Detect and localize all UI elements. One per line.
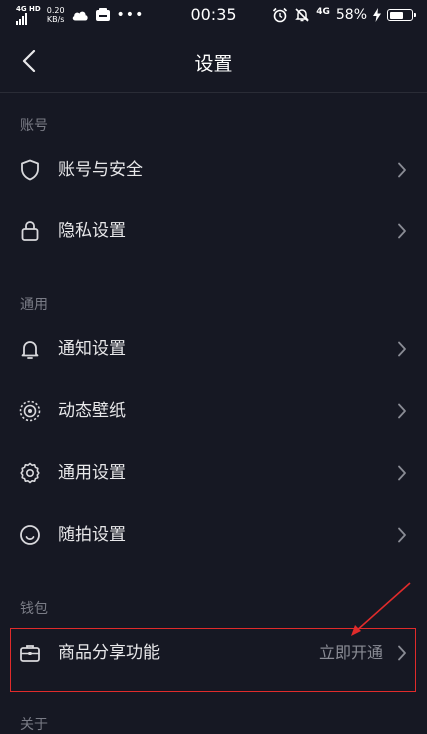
chevron-right-icon [398,223,406,239]
chevron-right-icon [398,162,406,178]
row-general-settings[interactable]: 通用设置 [0,442,427,504]
row-label: 通用设置 [58,463,126,483]
battery-percent: 58% [335,7,367,23]
row-dynamic-wallpaper[interactable]: 动态壁纸 [0,380,427,442]
section-label-account: 账号 [20,118,48,134]
status-right: 4G 58% [272,4,416,26]
row-account-security[interactable]: 账号与安全 [0,139,427,201]
battery-icon [387,9,416,21]
charging-icon [373,8,381,22]
wallpaper-icon [19,400,41,422]
chevron-right-icon [398,341,406,357]
alarm-icon [273,7,288,23]
lock-icon [21,221,39,241]
row-label: 动态壁纸 [58,401,126,421]
shield-icon [21,159,39,181]
chevron-right-icon [398,403,406,419]
network-type-secondary: 4G [316,7,330,17]
row-label: 账号与安全 [58,160,143,180]
row-label: 隐私设置 [58,221,126,241]
gear-icon [20,462,40,484]
row-snapshot-settings[interactable]: 随拍设置 [0,504,427,566]
section-label-wallet: 钱包 [20,601,48,617]
section-label-general: 通用 [20,297,48,313]
section-label-about: 关于 [20,717,48,733]
annotation-arrow-icon [351,582,411,636]
status-bar: 4G HD 0.20 KB/s ••• 00:35 4G 58% [0,0,427,30]
nav-bar: 设置 [0,30,427,93]
chevron-right-icon [398,465,406,481]
page-title: 设置 [194,53,233,75]
bell-icon [21,341,39,359]
camera-circle-icon [20,525,40,545]
row-label: 通知设置 [58,339,126,359]
row-label: 随拍设置 [58,525,126,545]
mute-icon [295,8,310,22]
chevron-right-icon [398,527,406,543]
row-notification-settings[interactable]: 通知设置 [0,318,427,380]
row-privacy-settings[interactable]: 隐私设置 [0,200,427,262]
